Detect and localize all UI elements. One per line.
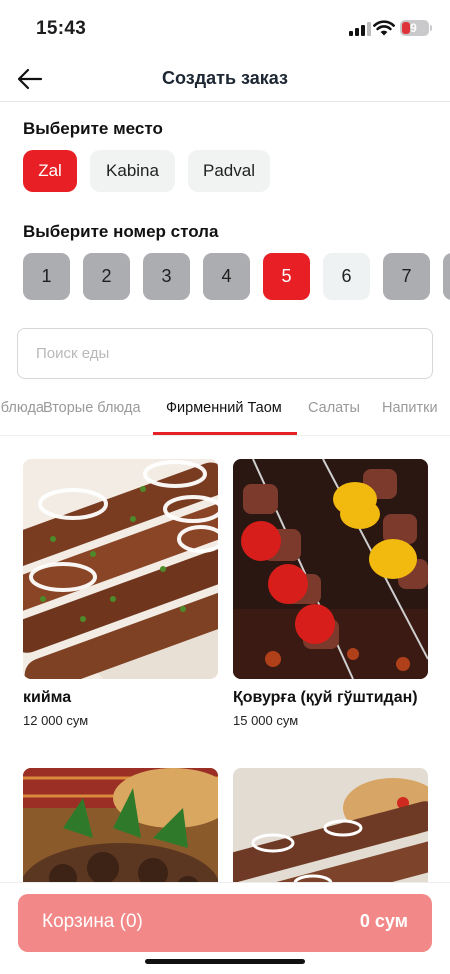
tab-first-courses[interactable]: Первые блюда	[0, 400, 44, 416]
table-button-6[interactable]: 6	[323, 253, 370, 300]
battery-icon: 9	[400, 20, 429, 36]
app-header: Создать заказ	[0, 56, 450, 102]
place-chip-padval[interactable]: Padval	[188, 150, 270, 192]
place-chip-kabina[interactable]: Kabina	[90, 150, 175, 192]
tab-second-courses[interactable]: Вторые блюда	[43, 400, 141, 416]
table-button-4[interactable]: 4	[203, 253, 250, 300]
status-time: 15:43	[36, 18, 87, 39]
battery-level: 9	[410, 21, 417, 35]
battery-cap	[430, 25, 432, 31]
product-card[interactable]	[23, 768, 218, 974]
tab-drinks[interactable]: Напитки	[382, 400, 438, 416]
category-tabs: Первые блюда Вторые блюда Фирменний Таом…	[0, 384, 450, 436]
cart-button[interactable]: Корзина (0) 0 сум	[18, 894, 432, 952]
product-card[interactable]: Қовурға (қуй гўштидан) 15 000 сум	[233, 459, 428, 739]
wifi-icon	[373, 20, 395, 36]
table-button-5[interactable]: 5	[263, 253, 310, 300]
product-card[interactable]: кийма 12 000 сум	[23, 459, 218, 739]
product-image-kovurga	[233, 459, 428, 679]
cellular-signal-icon	[349, 22, 371, 36]
bottom-bar: Корзина (0) 0 сум	[0, 882, 450, 974]
product-card[interactable]	[233, 768, 428, 974]
food-search-input[interactable]	[17, 328, 433, 379]
table-button-7[interactable]: 7	[383, 253, 430, 300]
table-section-title: Выберите номер стола	[23, 222, 219, 241]
table-button-2[interactable]: 2	[83, 253, 130, 300]
product-name: кийма	[23, 689, 72, 706]
cart-total: 0 сум	[359, 911, 408, 931]
table-button-1[interactable]: 1	[23, 253, 70, 300]
table-button-3[interactable]: 3	[143, 253, 190, 300]
cart-label: Корзина (0)	[42, 911, 143, 932]
product-price: 15 000 сум	[233, 713, 299, 728]
product-name: Қовурға (қуй гўштидан)	[233, 689, 418, 706]
home-indicator	[145, 959, 305, 964]
active-tab-indicator	[153, 432, 297, 435]
product-image-kiyma	[23, 459, 218, 679]
product-price: 12 000 сум	[23, 713, 89, 728]
tab-salads[interactable]: Салаты	[308, 400, 360, 416]
page-title: Создать заказ	[162, 68, 288, 88]
place-section-title: Выберите место	[23, 119, 163, 138]
status-bar: 15:43 9	[0, 0, 450, 56]
place-chip-zal[interactable]: Zal	[23, 150, 77, 192]
tab-signature-dishes[interactable]: Фирменний Таом	[166, 400, 282, 416]
table-button-more[interactable]	[443, 253, 450, 300]
table-number-list: 1 2 3 4 5 6 7	[0, 253, 450, 301]
